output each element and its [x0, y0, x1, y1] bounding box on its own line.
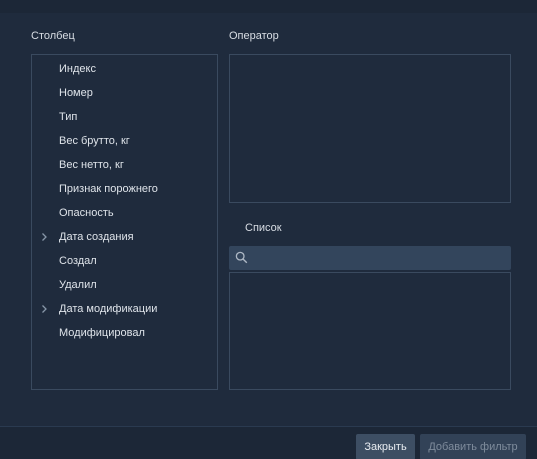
search-icon [235, 251, 248, 264]
column-item-created-date[interactable]: Дата создания [32, 227, 217, 247]
column-item-label: Вес нетто, кг [59, 159, 124, 171]
dialog-top-strip [0, 0, 537, 13]
column-item-gross-weight[interactable]: Вес брутто, кг [32, 131, 217, 151]
close-button[interactable]: Закрыть [356, 434, 415, 459]
operator-section-title: Оператор [229, 30, 279, 42]
column-item-label: Опасность [59, 207, 114, 219]
column-section-title: Столбец [31, 30, 75, 42]
column-item-label: Номер [59, 87, 93, 99]
column-item-modified-by[interactable]: Модифицировал [32, 323, 217, 343]
column-item-created-by[interactable]: Создал [32, 251, 217, 271]
filter-dialog: Столбец Оператор Индекс Номер Тип Вес бр… [0, 0, 537, 459]
column-item-danger[interactable]: Опасность [32, 203, 217, 223]
operator-list[interactable] [229, 54, 511, 203]
add-filter-button[interactable]: Добавить фильтр [420, 434, 526, 459]
column-item-label: Признак порожнего [59, 183, 158, 195]
column-item-label: Модифицировал [59, 327, 145, 339]
column-item-label: Удалил [59, 279, 97, 291]
column-item-label: Дата модификации [59, 303, 158, 315]
column-item-label: Создал [59, 255, 97, 267]
column-item-index[interactable]: Индекс [32, 59, 217, 79]
column-item-label: Тип [59, 111, 78, 123]
column-item-number[interactable]: Номер [32, 83, 217, 103]
chevron-right-icon[interactable] [41, 227, 48, 254]
column-item-label: Вес брутто, кг [59, 135, 130, 147]
column-item-type[interactable]: Тип [32, 107, 217, 127]
value-list[interactable] [229, 272, 511, 390]
column-item-label: Индекс [59, 63, 96, 75]
column-item-empty-flag[interactable]: Признак порожнего [32, 179, 217, 199]
column-item-modified-date[interactable]: Дата модификации [32, 299, 217, 319]
column-item-net-weight[interactable]: Вес нетто, кг [32, 155, 217, 175]
column-item-label: Дата создания [59, 231, 134, 243]
column-item-deleted-by[interactable]: Удалил [32, 275, 217, 295]
column-list: Индекс Номер Тип Вес брутто, кг Вес нетт… [31, 54, 218, 390]
search-input[interactable] [229, 246, 511, 270]
list-section-title: Список [245, 222, 282, 234]
chevron-right-icon[interactable] [41, 299, 48, 326]
